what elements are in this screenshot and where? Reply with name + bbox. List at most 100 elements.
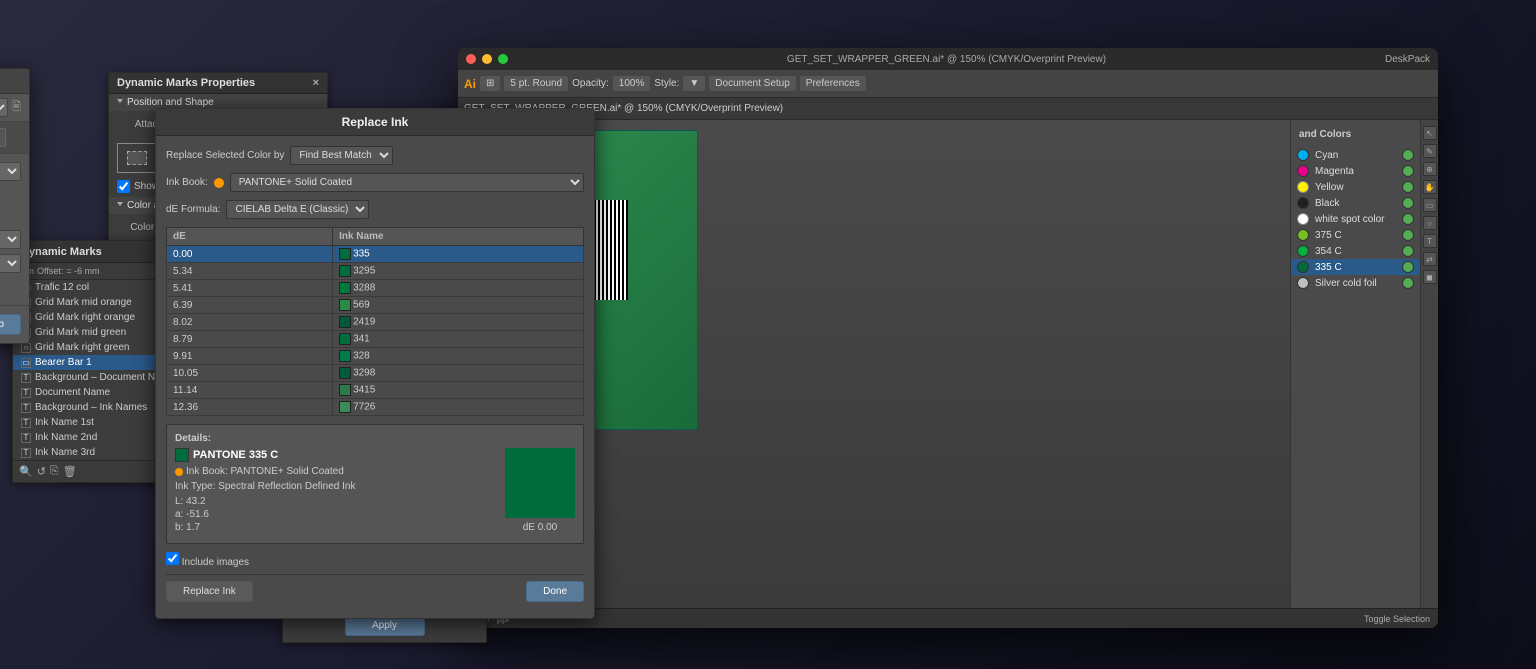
ink-swatch-341 bbox=[339, 333, 351, 345]
tool-arrow[interactable]: ↖ bbox=[1423, 126, 1437, 140]
tool-hand[interactable]: ✋ bbox=[1423, 180, 1437, 194]
ink-book-select[interactable]: PANTONE+ Solid Coated bbox=[230, 173, 584, 192]
minimize-button[interactable] bbox=[482, 54, 492, 64]
app-main-canvas[interactable]: ←25→ and Colors Cyan Magenta bbox=[458, 120, 1438, 628]
dm-copy-icon[interactable]: ⎘ bbox=[50, 465, 59, 478]
table-row[interactable]: 6.39 569 bbox=[167, 297, 584, 314]
pull-back-select[interactable]: Automatic bbox=[0, 254, 21, 273]
ink-name-cell: 3298 bbox=[333, 365, 584, 382]
trap-tab-processing[interactable]: Processing bbox=[0, 128, 6, 147]
replace-by-select[interactable]: Find Best Match bbox=[290, 146, 393, 165]
trapping-select[interactable]: Normal Trapping bbox=[0, 162, 21, 181]
table-row[interactable]: 10.05 3298 bbox=[167, 365, 584, 382]
color-cyan: Cyan bbox=[1291, 147, 1420, 163]
status-bar: 150% ppi Toggle Selection bbox=[458, 608, 1438, 628]
trap-dialog-title: Trap GET_SET_BOTTLE_BLUE bbox=[0, 69, 29, 94]
show-both-sides-checkbox[interactable] bbox=[117, 180, 130, 193]
toggle-selection[interactable]: Toggle Selection bbox=[1364, 614, 1430, 624]
375c-indicator bbox=[1402, 229, 1414, 241]
color-inks-toggle[interactable] bbox=[117, 202, 123, 209]
table-row[interactable]: 12.36 7726 bbox=[167, 399, 584, 416]
de-cell: 12.36 bbox=[167, 399, 333, 416]
trap-button[interactable]: Trap bbox=[0, 314, 21, 335]
close-button[interactable] bbox=[466, 54, 476, 64]
done-button[interactable]: Done bbox=[526, 581, 584, 602]
position-shape-toggle[interactable] bbox=[117, 99, 123, 106]
ink-book-label: Ink Book: bbox=[166, 177, 208, 188]
trap-dialog-tabs: Distance & Direction Color & Shape Proce… bbox=[0, 122, 29, 154]
ink-name-cell: 2419 bbox=[333, 314, 584, 331]
dm-label-grid-mid-green: Grid Mark mid green bbox=[35, 327, 126, 338]
ink-swatch-3415 bbox=[339, 384, 351, 396]
silver-swatch bbox=[1297, 277, 1309, 289]
de-formula-row: dE Formula: CIELAB Delta E (Classic) bbox=[166, 200, 584, 219]
toolbar-grid[interactable]: ⊞ bbox=[480, 76, 500, 91]
ink-name-cell: 3295 bbox=[333, 263, 584, 280]
color-silver: Silver cold foil bbox=[1291, 275, 1420, 291]
app-window: GET_SET_WRAPPER_GREEN.ai* @ 150% (CMYK/O… bbox=[458, 48, 1438, 628]
ink-name-cell: 3415 bbox=[333, 382, 584, 399]
maximize-button[interactable] bbox=[498, 54, 508, 64]
dm-delete-icon[interactable]: 🗑 bbox=[63, 465, 77, 478]
dm-icon-bg-doc: T bbox=[21, 373, 31, 383]
color-yellow: Yellow bbox=[1291, 179, 1420, 195]
de-formula-select[interactable]: CIELAB Delta E (Classic) bbox=[226, 200, 369, 219]
color-label: Color: bbox=[117, 222, 157, 233]
replace-ink-button[interactable]: Replace Ink bbox=[166, 581, 253, 602]
table-row[interactable]: 9.91 328 bbox=[167, 348, 584, 365]
de-cell: 5.34 bbox=[167, 263, 333, 280]
tool-type[interactable]: T bbox=[1423, 234, 1437, 248]
table-row[interactable]: 11.14 3415 bbox=[167, 382, 584, 399]
trap-dialog-buttons: Add Rule Cancel Trap bbox=[0, 305, 29, 343]
image-trapping-select[interactable]: Automatic bbox=[0, 230, 21, 249]
tool-swap[interactable]: ⇄ bbox=[1423, 252, 1437, 266]
toolbar-style[interactable]: ▼ bbox=[683, 76, 705, 91]
dm-refresh-icon[interactable]: ↺ bbox=[37, 465, 46, 478]
ink-book-detail-label: Ink Book: PANTONE+ Solid Coated bbox=[186, 466, 344, 477]
preferences-button[interactable]: Preferences bbox=[800, 76, 866, 91]
dm-icon-bg-ink: T bbox=[21, 403, 31, 413]
toolbar-opacity-value[interactable]: 100% bbox=[613, 76, 651, 91]
color-354c: 354 C bbox=[1291, 243, 1420, 259]
trap-dialog: Trap GET_SET_BOTTLE_BLUE Trap Preset: De… bbox=[0, 68, 30, 344]
ink-name-column-header: Ink Name bbox=[333, 228, 584, 246]
document-setup-button[interactable]: Document Setup bbox=[709, 76, 796, 91]
trap-preset-select[interactable]: Default bbox=[0, 98, 8, 117]
canvas-area: ←25→ and Colors Cyan Magenta bbox=[458, 120, 1438, 628]
dm-icon-bearer-bar: ▭ bbox=[21, 358, 31, 368]
dm-offset-x: = -6 mm bbox=[66, 266, 99, 276]
de-cell: 8.02 bbox=[167, 314, 333, 331]
tool-pen[interactable]: ✎ bbox=[1423, 144, 1437, 158]
ink-name-cell: 569 bbox=[333, 297, 584, 314]
cyan-swatch bbox=[1297, 149, 1309, 161]
trap-preset-icon[interactable]: 🖹 bbox=[12, 98, 21, 117]
details-content: PANTONE 335 C Ink Book: PANTONE+ Solid C… bbox=[175, 448, 575, 535]
image-trapping-row: Image Trapping: Automatic bbox=[0, 230, 21, 249]
dm-search-icon[interactable]: 🔍 bbox=[19, 465, 33, 478]
dm-icon-doc-name: T bbox=[21, 388, 31, 398]
include-images-checkbox[interactable] bbox=[166, 552, 179, 565]
de-cell: 11.14 bbox=[167, 382, 333, 399]
pantone-swatch bbox=[175, 448, 189, 462]
L-value: L: 43.2 bbox=[175, 496, 497, 507]
magenta-indicator bbox=[1402, 165, 1414, 177]
tool-zoom[interactable]: ⊕ bbox=[1423, 162, 1437, 176]
dm-icon-ink2: T bbox=[21, 433, 31, 443]
dm-label-bearer-bar: Bearer Bar 1 bbox=[35, 357, 92, 368]
table-row[interactable]: 5.34 3295 bbox=[167, 263, 584, 280]
silver-indicator bbox=[1402, 277, 1414, 289]
dm-properties-close[interactable]: × bbox=[313, 77, 319, 89]
trap-right-buttons: Cancel Trap bbox=[0, 314, 21, 335]
toolbar-round[interactable]: 5 pt. Round bbox=[504, 76, 568, 91]
tool-ellipse[interactable]: ○ bbox=[1423, 216, 1437, 230]
375c-swatch bbox=[1297, 229, 1309, 241]
tool-fill[interactable]: ◼ bbox=[1423, 270, 1437, 284]
table-row[interactable]: 8.79 341 bbox=[167, 331, 584, 348]
dm-label-ink1: Ink Name 1st bbox=[35, 417, 94, 428]
table-row[interactable]: 0.00 335 bbox=[167, 246, 584, 263]
ink-swatch-3295 bbox=[339, 265, 351, 277]
table-row[interactable]: 5.41 3288 bbox=[167, 280, 584, 297]
dm-label-bg-ink: Background – Ink Names bbox=[35, 402, 147, 413]
tool-rect[interactable]: ▭ bbox=[1423, 198, 1437, 212]
table-row[interactable]: 8.02 2419 bbox=[167, 314, 584, 331]
